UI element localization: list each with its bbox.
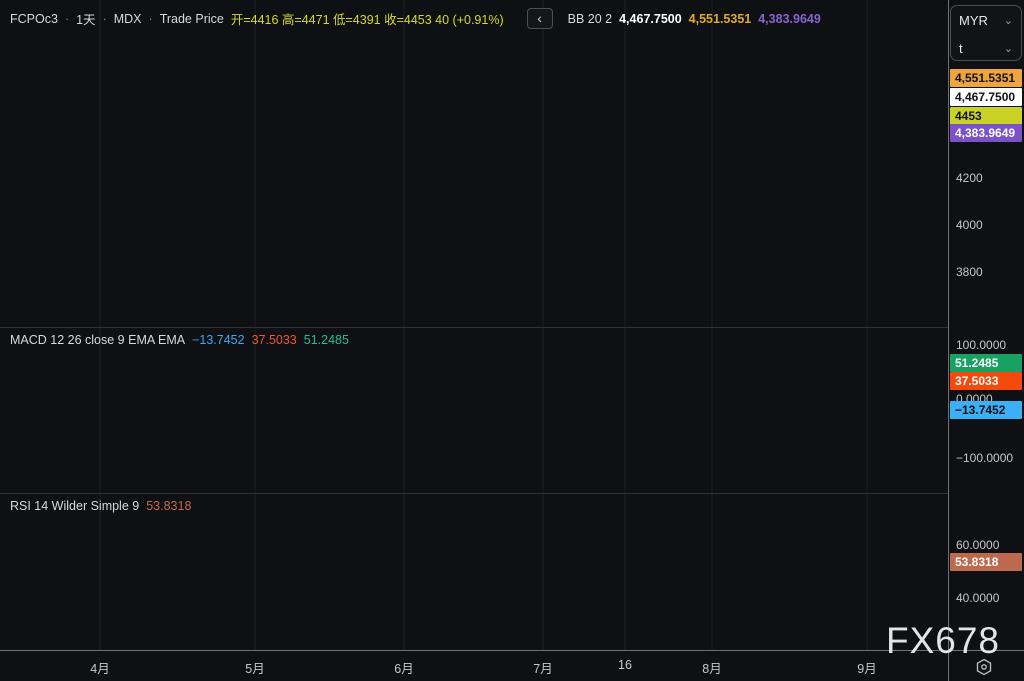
chart-canvas[interactable] xyxy=(0,0,948,650)
time-axis[interactable]: 4月 5月 6月 7月 16 8月 9月 xyxy=(0,650,1024,681)
time-axis-label: 16 xyxy=(618,658,632,672)
axis-tick-label: 4000 xyxy=(956,218,983,232)
axis-tick-label: 100.0000 xyxy=(956,338,1006,352)
time-axis-label: 6月 xyxy=(394,658,413,677)
price-axis[interactable]: MYR ⌄ t ⌄ 420040003800100.00000.0000−100… xyxy=(948,0,1024,650)
chevron-down-icon: ⌄ xyxy=(1004,14,1013,27)
bb-lower-price-badge: 4,383.9649 xyxy=(950,124,1022,142)
axis-tick-label: −100.0000 xyxy=(956,451,1013,465)
interval-label: 1天 xyxy=(76,9,95,28)
bb-upper-value: 4,551.5351 xyxy=(689,12,752,26)
unit-dropdown[interactable]: t ⌄ xyxy=(951,34,1021,62)
price-type-label: Trade Price xyxy=(160,12,224,26)
macd-value-badge: 37.5033 xyxy=(950,372,1022,390)
rsi-legend: RSI 14 Wilder Simple 9 53.8318 xyxy=(10,499,191,513)
rsi-value-badge: 53.8318 xyxy=(950,553,1022,571)
chevron-left-icon: ‹ xyxy=(537,10,542,26)
time-axis-label: 5月 xyxy=(245,658,264,677)
axis-tick-label: 3800 xyxy=(956,265,983,279)
fx678-watermark: FX678 xyxy=(886,620,1000,662)
collapse-legend-button[interactable]: ‹ xyxy=(527,8,553,29)
macd-line-value: 37.5033 xyxy=(252,333,297,347)
symbol-label: FCPOc3 xyxy=(10,12,58,26)
separator-dot: · xyxy=(65,12,69,26)
chevron-down-icon: ⌄ xyxy=(1004,42,1013,55)
bb-basis-price-badge: 4,467.7500 xyxy=(950,88,1022,106)
separator-dot: · xyxy=(149,12,153,26)
macd-indicator-title: MACD 12 26 close 9 EMA EMA xyxy=(10,333,185,347)
last-price-badge: 4453 xyxy=(950,107,1022,125)
bb-lower-value: 4,383.9649 xyxy=(758,12,821,26)
time-axis-label: 9月 xyxy=(857,658,876,677)
bb-basis-value: 4,467.7500 xyxy=(619,12,682,26)
time-axis-label: 7月 xyxy=(533,658,552,677)
separator-dot: · xyxy=(103,12,107,26)
currency-dropdown[interactable]: MYR ⌄ xyxy=(951,6,1021,34)
axis-tick-label: 4200 xyxy=(956,171,983,185)
time-axis-label: 8月 xyxy=(702,658,721,677)
time-axis-label: 4月 xyxy=(90,658,109,677)
rsi-indicator-title: RSI 14 Wilder Simple 9 xyxy=(10,499,139,513)
macd-signal-value: 51.2485 xyxy=(304,333,349,347)
bb-indicator-title: BB 20 2 xyxy=(568,12,612,26)
unit-label: t xyxy=(959,41,963,56)
bb-upper-price-badge: 4,551.5351 xyxy=(950,69,1022,87)
trading-chart-window: FCPOc3 · 1天 · MDX · Trade Price 开=4416 高… xyxy=(0,0,1024,681)
macd-hist-badge: −13.7452 xyxy=(950,401,1022,419)
macd-hist-value: −13.7452 xyxy=(192,333,244,347)
currency-label: MYR xyxy=(959,13,988,28)
exchange-label: MDX xyxy=(114,12,142,26)
axis-tick-label: 40.0000 xyxy=(956,591,999,605)
currency-unit-selector: MYR ⌄ t ⌄ xyxy=(950,5,1022,61)
axis-tick-label: 60.0000 xyxy=(956,538,999,552)
rsi-value: 53.8318 xyxy=(146,499,191,513)
macd-signal-badge: 51.2485 xyxy=(950,354,1022,372)
main-legend: FCPOc3 · 1天 · MDX · Trade Price 开=4416 高… xyxy=(10,8,821,29)
ohlc-values: 开=4416 高=4471 低=4391 收=4453 40 (+0.91%) xyxy=(231,9,504,28)
macd-legend: MACD 12 26 close 9 EMA EMA −13.7452 37.5… xyxy=(10,333,349,347)
